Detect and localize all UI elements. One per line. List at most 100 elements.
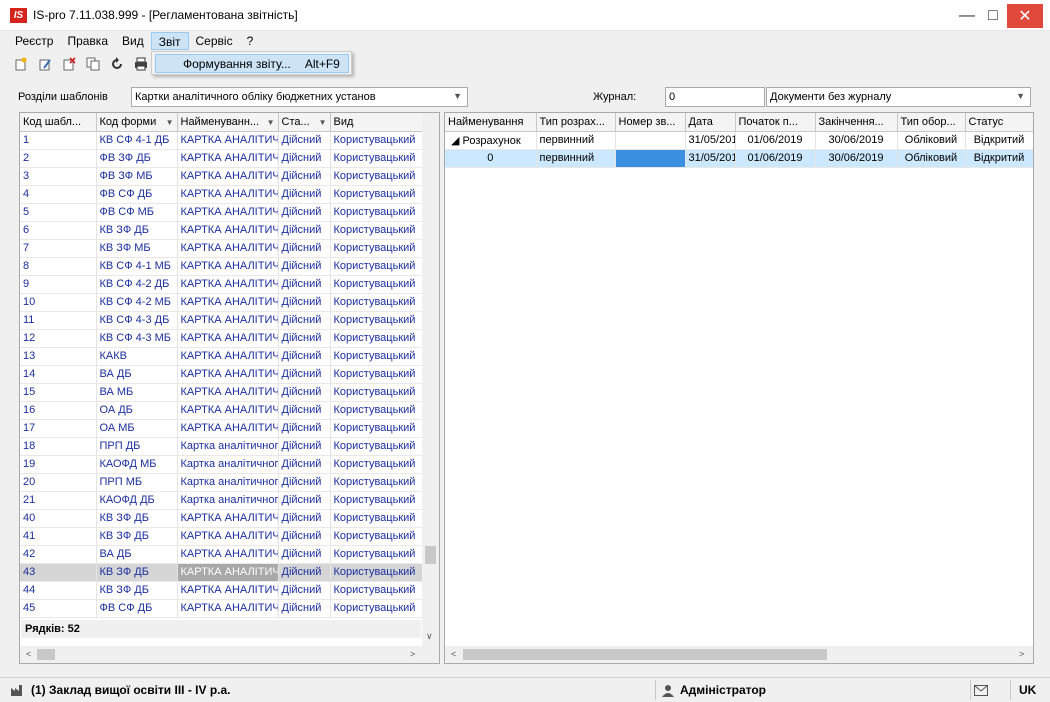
table-row[interactable]: 44КВ ЗФ ДБКАРТКА АНАЛІТИЧНОГОДійснийКори… (20, 581, 423, 600)
status-bar: (1) Заклад вищої освіти ІІІ - IV р.а. Ад… (0, 677, 1050, 702)
cell-name: КАРТКА АНАЛІТИЧНОГО (177, 365, 279, 384)
scrollbar-thumb[interactable] (425, 546, 436, 564)
table-row[interactable]: 2ФВ ЗФ ДБКАРТКА АНАЛІТИЧНОГОДійснийКорис… (20, 149, 423, 168)
table-row[interactable]: 6КВ ЗФ ДБКАРТКА АНАЛІТИЧНОГОДійснийКорис… (20, 221, 423, 240)
delete-doc-icon[interactable] (60, 55, 78, 73)
cell-template-code: 7 (20, 239, 97, 258)
cell-template-code: 45 (20, 599, 97, 618)
table-row[interactable]: 13КАКВКАРТКА АНАЛІТИЧНОГОДійснийКористув… (20, 347, 423, 366)
chevron-right-icon[interactable]: > (410, 649, 415, 659)
table-row[interactable]: 20 ПРП МБ Картка аналітичного Дійсний Корист… (20, 473, 423, 492)
col-template-code[interactable]: Код шабл... (20, 113, 97, 132)
journal-combo[interactable]: Документи без журналу ▼ (766, 87, 1031, 107)
mail-icon[interactable] (974, 678, 988, 702)
cell-name: Картка аналітичного (177, 455, 279, 474)
cell-form-code: ПРП МБ (96, 473, 178, 492)
cell-status: Дійсний (278, 455, 331, 474)
table-row[interactable]: 3ФВ ЗФ МБКАРТКА АНАЛІТИЧНОГОДійснийКорис… (20, 167, 423, 186)
table-row[interactable]: 14ВА ДБКАРТКА АНАЛІТИЧНОГОДійснийКористу… (20, 365, 423, 384)
chevron-down-icon: ▼ (1016, 91, 1025, 101)
table-row[interactable]: 21 КАОФД ДБ Картка аналітичного Дійсний Кори… (20, 491, 423, 510)
cell-status: Дійсний (278, 599, 331, 618)
table-row[interactable]: 7КВ ЗФ МБКАРТКА АНАЛІТИЧНОГОДійснийКорис… (20, 239, 423, 258)
table-row[interactable]: 16ОА ДБКАРТКА АНАЛІТИЧНОГОДійснийКористу… (20, 401, 423, 420)
table-row[interactable]: 40КВ ЗФ ДБКАРТКА АНАЛІТИЧНОГОДійснийКори… (20, 509, 423, 528)
menu-item-generate-report[interactable]: Формування звіту... Alt+F9 (155, 54, 349, 73)
cell-status: Дійсний (278, 221, 331, 240)
table-row[interactable]: 18 ПРП ДБ Картка аналітичного Дійсний Корист… (20, 437, 423, 456)
table-row[interactable]: 12КВ СФ 4-3 МБКАРТКА АНАЛІТИЧНОГОДійсний… (20, 329, 423, 348)
table-row[interactable]: 45ФВ СФ ДБКАРТКА АНАЛІТИЧНОГОДійснийКори… (20, 599, 423, 618)
cell-form-code: КВ ЗФ ДБ (96, 563, 178, 582)
print-icon[interactable] (132, 55, 150, 73)
col-turnover-type[interactable]: Тип обор... (897, 113, 966, 132)
cell-report-number[interactable] (615, 149, 686, 168)
scrollbar-thumb[interactable] (463, 649, 827, 660)
cell-form-code: КВ СФ 4-2 МБ (96, 293, 178, 312)
organization-cell[interactable]: (1) Заклад вищої освіти ІІІ - IV р.а. (10, 678, 231, 702)
col-form-code[interactable]: Код форми ▼ (96, 113, 178, 132)
menu-report[interactable]: Звіт (150, 32, 189, 50)
col-status[interactable]: Статус (965, 113, 1033, 132)
col-report-number[interactable]: Номер зв... (615, 113, 686, 132)
menu-help[interactable]: ? (240, 32, 261, 50)
cell-name: КАРТКА АНАЛІТИЧНОГО (177, 185, 279, 204)
cell-period-end: 30/06/2019 (815, 131, 898, 150)
table-row[interactable]: 0 первинний 31/05/2019 01/06/2019 30/06/… (445, 149, 1033, 168)
table-row[interactable]: 41КВ ЗФ ДБКАРТКА АНАЛІТИЧНОГОДійснийКори… (20, 527, 423, 546)
cell-kind: Користувацький (330, 437, 423, 456)
table-row[interactable]: 9КВ СФ 4-2 ДБКАРТКА АНАЛІТИЧНОГОДійснийК… (20, 275, 423, 294)
table-row[interactable]: 15ВА МБКАРТКА АНАЛІТИЧНОГОДійснийКористу… (20, 383, 423, 402)
col-period-start[interactable]: Початок п... (735, 113, 816, 132)
horizontal-scrollbar[interactable]: < > (20, 646, 439, 663)
chevron-down-icon[interactable]: ∨ (426, 631, 433, 642)
menu-edit[interactable]: Правка (60, 32, 115, 50)
reports-grid-panel: Найменування Тип розрах... Номер зв... Д… (444, 112, 1034, 664)
sections-combo[interactable]: Картки аналітичного обліку бюджетних уст… (131, 87, 468, 107)
col-status[interactable]: Ста... ▼ (278, 113, 331, 132)
close-icon[interactable]: ✕ (1007, 4, 1043, 28)
table-row[interactable]: 5ФВ СФ МБКАРТКА АНАЛІТИЧНОГОДійснийКорис… (20, 203, 423, 222)
table-row[interactable]: 4ФВ СФ ДБКАРТКА АНАЛІТИЧНОГОДійснийКорис… (20, 185, 423, 204)
table-row[interactable]: 1КВ СФ 4-1 ДБКАРТКА АНАЛІТИЧНОГОДійснийК… (20, 131, 423, 150)
vertical-scrollbar[interactable]: ∨ (422, 113, 439, 646)
user-cell[interactable]: Адміністратор (662, 678, 766, 702)
table-row[interactable]: 17ОА МБКАРТКА АНАЛІТИЧНОГОДійснийКористу… (20, 419, 423, 438)
journal-code-field[interactable]: 0 (665, 87, 765, 107)
maximize-icon[interactable]: □ (978, 0, 1008, 31)
col-name[interactable]: Найменуванн... ▼ (177, 113, 279, 132)
table-row[interactable]: 19 КАОФД МБ Картка аналітичного Дійсний Кори… (20, 455, 423, 474)
new-doc-icon[interactable] (12, 55, 30, 73)
chevron-left-icon[interactable]: < (451, 649, 456, 659)
table-row[interactable]: ◢ Розрахунок первинний 31/05/2019 01/06/… (445, 131, 1033, 150)
cell-status: Відкритий (965, 131, 1033, 150)
table-row[interactable]: 43КВ ЗФ ДБКАРТКА АНАЛІТИЧНОГОДійснийКори… (20, 563, 423, 582)
templates-grid: Код шабл... Код форми ▼ Найменуванн... ▼ С… (20, 113, 423, 618)
cell-status: Дійсний (278, 473, 331, 492)
cell-template-code: 18 (20, 437, 97, 456)
col-name[interactable]: Найменування (445, 113, 537, 132)
col-kind[interactable]: Вид (330, 113, 423, 132)
col-calc-type[interactable]: Тип розрах... (536, 113, 616, 132)
copy-icon[interactable] (84, 55, 102, 73)
cell-name: КАРТКА АНАЛІТИЧНОГО (177, 293, 279, 312)
cell-kind: Користувацький (330, 203, 423, 222)
chevron-right-icon[interactable]: > (1019, 649, 1024, 659)
col-period-end[interactable]: Закінчення... (815, 113, 898, 132)
chevron-left-icon[interactable]: < (26, 649, 31, 659)
language-indicator[interactable]: UK (1019, 678, 1036, 702)
scrollbar-thumb[interactable] (37, 649, 55, 660)
reports-grid: Найменування Тип розрах... Номер зв... Д… (445, 113, 1033, 168)
menu-registry[interactable]: Реєстр (8, 32, 60, 50)
table-row[interactable]: 10КВ СФ 4-2 МБКАРТКА АНАЛІТИЧНОГОДійсний… (20, 293, 423, 312)
menu-service[interactable]: Сервіс (189, 32, 240, 50)
table-row[interactable]: 11КВ СФ 4-3 ДБКАРТКА АНАЛІТИЧНОГОДійсний… (20, 311, 423, 330)
cell-template-code: 4 (20, 185, 97, 204)
edit-doc-icon[interactable] (36, 55, 54, 73)
col-date[interactable]: Дата (685, 113, 736, 132)
table-row[interactable]: 42ВА ДБКАРТКА АНАЛІТИЧНОГОДійснийКористу… (20, 545, 423, 564)
refresh-icon[interactable] (108, 55, 126, 73)
horizontal-scrollbar[interactable]: < > (445, 646, 1033, 663)
table-row[interactable]: 8КВ СФ 4-1 МБКАРТКА АНАЛІТИЧНОГОДійснийК… (20, 257, 423, 276)
menu-view[interactable]: Вид (115, 32, 151, 50)
